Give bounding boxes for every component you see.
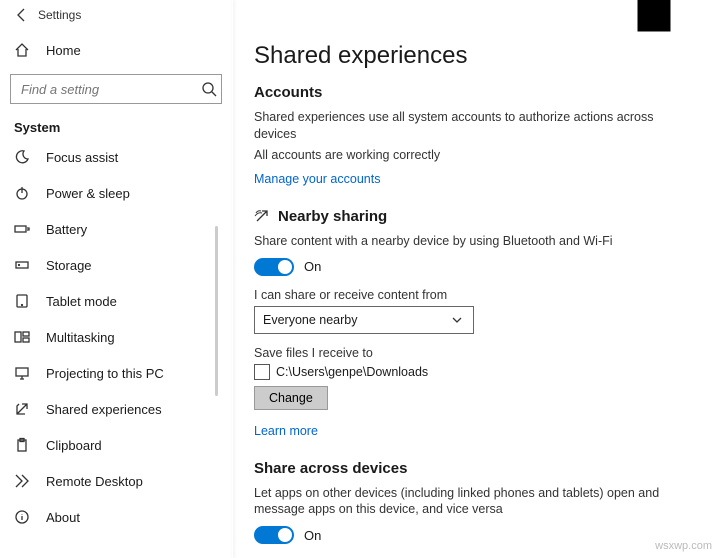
manage-accounts-link[interactable]: Manage your accounts (254, 172, 380, 186)
home-icon (14, 42, 30, 58)
storage-icon (14, 257, 30, 273)
sidebar-item-label: Projecting to this PC (46, 366, 164, 381)
home-label: Home (46, 43, 81, 58)
across-desc: Let apps on other devices (including lin… (254, 485, 674, 519)
clipboard-icon (14, 437, 30, 453)
sidebar-item-battery[interactable]: Battery (0, 211, 232, 247)
minimize-button[interactable] (588, 0, 632, 30)
sidebar-item-label: Storage (46, 258, 92, 273)
nav-home[interactable]: Home (0, 32, 232, 68)
sidebar-item-label: Tablet mode (46, 294, 117, 309)
multitask-icon (14, 329, 30, 345)
sidebar-item-projecting[interactable]: Projecting to this PC (0, 355, 232, 391)
nearby-share-icon (254, 208, 270, 224)
sidebar-item-remote-desktop[interactable]: Remote Desktop (0, 463, 232, 499)
tablet-icon (14, 293, 30, 309)
share-receive-select[interactable]: Everyone nearby (254, 306, 474, 334)
sidebar-item-shared-experiences[interactable]: Shared experiences (0, 391, 232, 427)
folder-icon (254, 364, 270, 380)
nearby-heading-text: Nearby sharing (278, 208, 387, 225)
battery-icon (14, 221, 30, 237)
main-panel: Shared experiences Accounts Shared exper… (232, 30, 720, 558)
nearby-desc: Share content with a nearby device by us… (254, 233, 674, 250)
power-icon (14, 185, 30, 201)
sidebar-item-label: Multitasking (46, 330, 115, 345)
sidebar-scrollbar[interactable] (215, 180, 218, 538)
sidebar-item-label: Shared experiences (46, 402, 162, 417)
nav-list: Focus assist Power & sleep Battery Stora… (0, 139, 232, 535)
nearby-heading: Nearby sharing (254, 208, 696, 225)
remote-icon (14, 473, 30, 489)
accounts-heading: Accounts (254, 84, 696, 101)
watermark: wsxwp.com (655, 540, 712, 552)
info-icon (14, 509, 30, 525)
divider (232, 30, 233, 558)
sidebar-item-label: Power & sleep (46, 186, 130, 201)
sidebar-item-label: Focus assist (46, 150, 118, 165)
search-icon (201, 81, 217, 97)
sidebar-item-multitasking[interactable]: Multitasking (0, 319, 232, 355)
change-button[interactable]: Change (254, 386, 328, 410)
back-icon[interactable] (14, 7, 30, 23)
save-path: C:\Users\genpe\Downloads (276, 365, 428, 379)
project-icon (14, 365, 30, 381)
sidebar-item-about[interactable]: About (0, 499, 232, 535)
moon-icon (14, 149, 30, 165)
search-input[interactable] (19, 81, 201, 98)
maximize-button[interactable] (632, 0, 676, 30)
sidebar: Home System Focus assist Power & sleep B… (0, 30, 232, 558)
window-title: Settings (38, 8, 81, 22)
accounts-desc: Shared experiences use all system accoun… (254, 109, 674, 143)
nearby-toggle-state: On (304, 259, 321, 274)
page-title: Shared experiences (254, 42, 696, 70)
save-to-label: Save files I receive to (254, 346, 696, 360)
accounts-status: All accounts are working correctly (254, 147, 674, 164)
share-icon (14, 401, 30, 417)
across-heading: Share across devices (254, 460, 696, 477)
sidebar-item-storage[interactable]: Storage (0, 247, 232, 283)
section-heading: System (0, 114, 232, 139)
sidebar-item-label: Clipboard (46, 438, 102, 453)
sidebar-item-tablet-mode[interactable]: Tablet mode (0, 283, 232, 319)
search-box[interactable] (10, 74, 222, 104)
nearby-toggle[interactable] (254, 258, 294, 276)
sidebar-item-label: Battery (46, 222, 87, 237)
sidebar-item-focus-assist[interactable]: Focus assist (0, 139, 232, 175)
sidebar-item-label: Remote Desktop (46, 474, 143, 489)
share-receive-value: Everyone nearby (263, 313, 358, 327)
share-receive-label: I can share or receive content from (254, 288, 696, 302)
sidebar-item-clipboard[interactable]: Clipboard (0, 427, 232, 463)
across-toggle-state: On (304, 528, 321, 543)
chevron-down-icon (449, 312, 465, 328)
across-toggle[interactable] (254, 526, 294, 544)
close-button[interactable] (676, 0, 720, 30)
sidebar-item-label: About (46, 510, 80, 525)
sidebar-item-power-sleep[interactable]: Power & sleep (0, 175, 232, 211)
titlebar: Settings (0, 0, 720, 30)
learn-more-link[interactable]: Learn more (254, 424, 318, 438)
